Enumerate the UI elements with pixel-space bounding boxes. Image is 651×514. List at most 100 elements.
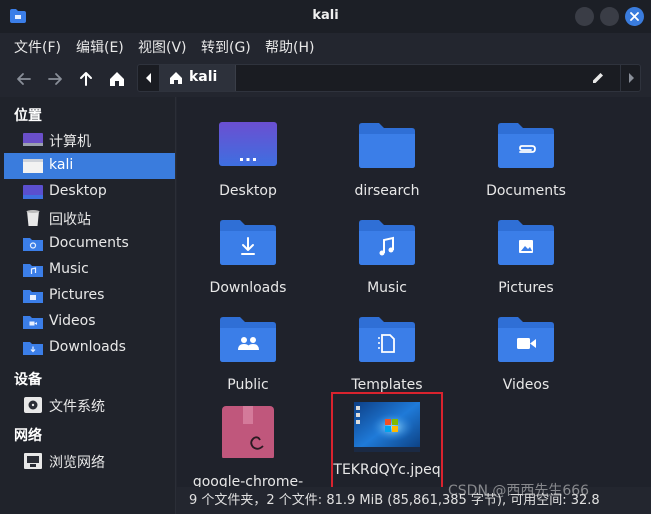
menu-file[interactable]: 文件(F) xyxy=(14,37,61,57)
close-button[interactable] xyxy=(625,7,644,26)
sidebar-item-desktop[interactable]: Desktop xyxy=(4,179,175,205)
drive-icon xyxy=(24,397,42,413)
folder-icon xyxy=(359,123,415,168)
edit-path-pencil-icon[interactable] xyxy=(590,70,606,86)
desktop-icon xyxy=(219,122,277,166)
sidebar: 位置 计算机 kali Desktop 回收站 Documents Music … xyxy=(0,97,176,514)
templates-folder-icon xyxy=(359,317,415,362)
file-item-templates[interactable]: Templates xyxy=(327,300,447,393)
maximize-button[interactable] xyxy=(600,7,619,26)
sidebar-section-network: 网络 xyxy=(14,428,42,444)
sidebar-item-label: Desktop xyxy=(49,183,107,199)
file-item-downloads[interactable]: Downloads xyxy=(188,203,308,296)
file-item-tekrdqyc-jpeg[interactable]: TEKRdQYc.jpeq xyxy=(331,392,443,491)
path-segment-home[interactable]: kali xyxy=(160,65,236,91)
pictures-folder-icon xyxy=(498,220,554,265)
minimize-button[interactable] xyxy=(575,7,594,26)
file-name: dirsearch xyxy=(354,183,420,199)
title-bar[interactable]: kali xyxy=(0,0,651,33)
sidebar-item-label: Documents xyxy=(49,235,129,251)
path-bar: kali xyxy=(137,64,641,92)
menu-go[interactable]: 转到(G) xyxy=(201,37,251,57)
sidebar-item-label: Music xyxy=(49,261,89,277)
sidebar-item-videos[interactable]: Videos xyxy=(4,309,175,335)
sidebar-item-computer[interactable]: 计算机 xyxy=(4,127,175,153)
close-icon xyxy=(630,12,639,21)
sidebar-item-label: Downloads xyxy=(49,339,126,355)
maximize-icon xyxy=(604,11,615,22)
file-item-dirsearch[interactable]: dirsearch xyxy=(327,106,447,199)
file-name: Templates xyxy=(351,377,423,393)
deb-package-icon xyxy=(222,406,274,458)
downloads-folder-icon xyxy=(220,220,276,265)
sidebar-item-label: 浏览网络 xyxy=(49,455,105,471)
file-grid: Desktop dirsearch Documents Downloads Mu… xyxy=(177,97,651,491)
path-scroll-right-button[interactable] xyxy=(620,65,640,91)
file-name: Public xyxy=(227,377,269,393)
sidebar-item-trash[interactable]: 回收站 xyxy=(4,205,175,231)
sidebar-item-label: 计算机 xyxy=(49,134,91,150)
menu-bar: 文件(F) 编辑(E) 视图(V) 转到(G) 帮助(H) xyxy=(0,33,651,59)
pictures-folder-icon xyxy=(23,290,43,303)
file-item-videos[interactable]: Videos xyxy=(466,300,586,393)
file-name: TEKRdQYc.jpeq xyxy=(333,462,441,478)
menu-help[interactable]: 帮助(H) xyxy=(265,37,314,57)
file-name: Downloads xyxy=(209,280,287,296)
sidebar-item-documents[interactable]: Documents xyxy=(4,231,175,257)
sidebar-item-filesystem[interactable]: 文件系统 xyxy=(4,392,175,418)
home-icon[interactable] xyxy=(106,68,128,90)
file-name: Pictures xyxy=(498,280,554,296)
up-arrow-icon[interactable] xyxy=(75,68,97,90)
file-item-music[interactable]: Music xyxy=(327,203,447,296)
window-title: kali xyxy=(312,8,339,23)
sidebar-item-label: Pictures xyxy=(49,287,105,303)
file-item-desktop[interactable]: Desktop xyxy=(188,106,308,199)
home-folder-icon xyxy=(23,159,43,173)
forward-arrow-icon[interactable] xyxy=(44,68,66,90)
chevron-right-icon xyxy=(629,73,634,83)
file-manager-window: kali 文件(F) 编辑(E) 视图(V) 转到(G) 帮助(H) kali … xyxy=(0,0,651,514)
downloads-folder-icon xyxy=(23,342,43,355)
file-name: Desktop xyxy=(219,183,277,199)
music-folder-icon xyxy=(359,220,415,265)
network-icon xyxy=(24,453,42,469)
image-thumbnail-icon xyxy=(354,402,420,452)
sidebar-item-kali[interactable]: kali xyxy=(4,153,175,179)
minimize-icon xyxy=(579,11,590,22)
file-name: Music xyxy=(367,280,407,296)
music-folder-icon xyxy=(23,264,43,277)
sidebar-item-browse-network[interactable]: 浏览网络 xyxy=(4,448,175,474)
sidebar-item-label: 回收站 xyxy=(49,212,91,228)
computer-icon xyxy=(23,133,43,146)
sidebar-item-downloads[interactable]: Downloads xyxy=(4,335,175,361)
menu-view[interactable]: 视图(V) xyxy=(138,37,187,57)
file-item-documents[interactable]: Documents xyxy=(466,106,586,199)
sidebar-item-pictures[interactable]: Pictures xyxy=(4,283,175,309)
documents-folder-icon xyxy=(23,238,43,251)
videos-folder-icon xyxy=(23,316,43,329)
chevron-left-icon xyxy=(146,73,151,83)
sidebar-section-places: 位置 xyxy=(14,108,42,124)
watermark: CSDN @西西先生666 xyxy=(448,483,590,499)
sidebar-item-music[interactable]: Music xyxy=(4,257,175,283)
sidebar-item-label: 文件系统 xyxy=(49,399,105,415)
scrollbar[interactable] xyxy=(645,100,649,480)
public-folder-icon xyxy=(220,317,276,362)
documents-folder-icon xyxy=(498,123,554,168)
sidebar-section-devices: 设备 xyxy=(14,372,42,388)
desktop-icon xyxy=(23,185,43,199)
path-segment-label: kali xyxy=(189,69,218,85)
file-item-public[interactable]: Public xyxy=(188,300,308,393)
home-icon xyxy=(170,72,182,84)
sidebar-item-label: Videos xyxy=(49,313,96,329)
file-name: Videos xyxy=(502,377,550,393)
videos-folder-icon xyxy=(498,317,554,362)
back-arrow-icon[interactable] xyxy=(13,68,35,90)
file-item-pictures[interactable]: Pictures xyxy=(466,203,586,296)
trash-icon xyxy=(26,210,40,226)
file-item-google-chrome-deb[interactable]: google-chrome- xyxy=(188,397,308,490)
file-name: Documents xyxy=(486,183,566,199)
menu-edit[interactable]: 编辑(E) xyxy=(76,37,124,57)
path-scroll-left-button[interactable] xyxy=(138,65,160,91)
sidebar-item-label: kali xyxy=(49,157,74,173)
